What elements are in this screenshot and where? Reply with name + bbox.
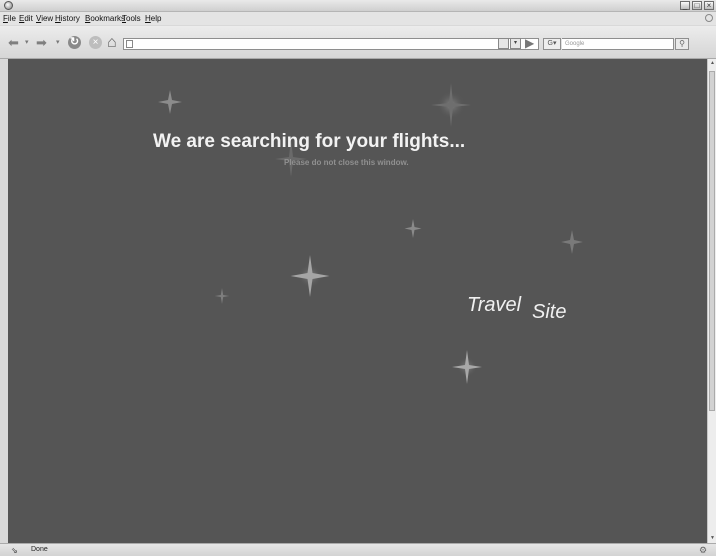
sparkle-icon — [452, 350, 482, 384]
maximize-window-button[interactable]: □ — [692, 1, 702, 10]
search-input[interactable]: Google — [562, 38, 674, 50]
minimize-window-button[interactable]: _ — [680, 1, 690, 10]
close-window-button[interactable]: × — [704, 1, 714, 10]
address-bar[interactable] — [123, 38, 539, 50]
status-bar: ⇘ Done ⚙ — [0, 543, 716, 556]
menu-history[interactable]: History — [55, 14, 80, 23]
sparkle-icon — [158, 90, 182, 114]
page-subtitle: Please do not close this window. — [284, 158, 409, 167]
status-text: Done — [31, 546, 48, 553]
menu-view[interactable]: View — [36, 14, 53, 23]
site-logo-site: Site — [532, 301, 567, 323]
status-connection-icon: ⇘ — [11, 546, 18, 555]
sparkle-icon — [290, 255, 330, 297]
menu-file[interactable]: File — [3, 14, 16, 23]
page-title: We are searching for your flights... — [153, 131, 466, 152]
menu-help[interactable]: Help — [145, 14, 161, 23]
feed-icon[interactable] — [498, 38, 509, 49]
scroll-down-arrow-icon[interactable]: ▼ — [709, 534, 716, 543]
go-arrow-icon[interactable]: ▶ — [525, 36, 534, 50]
vertical-scrollbar[interactable]: ▲ ▼ — [707, 59, 716, 543]
menu-tools[interactable]: Tools — [122, 14, 141, 23]
navigation-toolbar: ⬅ ▾ ➡ ▾ ↻ × ⌂ ▾ ▶ G▾ Google ⚲ — [0, 26, 716, 59]
scrollbar-thumb[interactable] — [709, 71, 715, 411]
back-history-dropdown[interactable]: ▾ — [25, 38, 29, 46]
browser-logo-icon — [4, 1, 13, 10]
sparkle-icon — [404, 219, 422, 238]
search-engine-label: G — [547, 40, 553, 47]
window-title-bar: _ □ × — [0, 0, 716, 12]
activity-throbber-icon — [705, 14, 713, 22]
site-logo-travel: Travel — [467, 294, 522, 316]
menu-edit[interactable]: Edit — [19, 14, 33, 23]
home-icon[interactable]: ⌂ — [107, 34, 117, 52]
forward-history-dropdown[interactable]: ▾ — [56, 38, 60, 46]
search-magnifier-icon[interactable]: ⚲ — [675, 38, 689, 50]
page-content: We are searching for your flights... Ple… — [8, 59, 707, 543]
reload-icon[interactable]: ↻ — [68, 36, 81, 49]
sparkle-icon — [431, 83, 471, 127]
url-history-dropdown[interactable]: ▾ — [510, 38, 521, 49]
menu-bar: File Edit View History Bookmarks Tools H… — [0, 12, 716, 25]
sparkle-icon — [214, 288, 230, 304]
stop-icon[interactable]: × — [89, 36, 102, 49]
status-gear-icon[interactable]: ⚙ — [699, 545, 707, 556]
sparkle-icon — [561, 230, 583, 254]
search-engine-selector[interactable]: G▾ — [543, 38, 561, 50]
menu-bookmarks[interactable]: Bookmarks — [85, 14, 125, 23]
page-favicon-icon — [126, 40, 133, 48]
forward-button[interactable]: ➡ — [36, 36, 47, 49]
back-button[interactable]: ⬅ — [8, 36, 19, 49]
scroll-up-arrow-icon[interactable]: ▲ — [709, 59, 716, 68]
